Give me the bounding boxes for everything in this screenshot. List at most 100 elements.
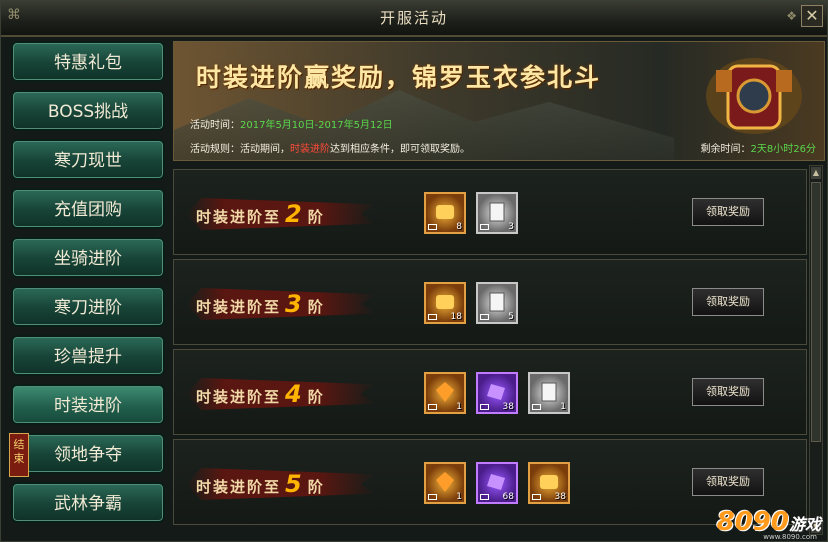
sidebar-item-label: 武林争霸 <box>54 494 122 514</box>
item-count: 8 <box>456 222 462 232</box>
reward-item-slot[interactable]: 1 <box>528 372 570 414</box>
condition-level: 4 <box>285 380 304 408</box>
sidebar-item-label: 领地争夺 <box>54 445 122 465</box>
condition-suffix: 阶 <box>307 478 325 496</box>
event-rule-text: 达到相应条件，即可领取奖励。 <box>330 144 470 155</box>
claim-reward-button[interactable]: 领取奖励 <box>692 468 764 496</box>
bound-icon <box>428 494 437 500</box>
reward-row: 时装进阶至 3 阶 18 5 领取奖励 <box>173 259 807 345</box>
item-count: 5 <box>508 312 514 322</box>
sidebar-item-group-buy[interactable]: 充值团购 <box>11 188 165 229</box>
sidebar-item-territory[interactable]: 结束 领地争夺 <box>9 433 165 477</box>
remaining-time-label: 剩余时间： <box>700 144 751 155</box>
sidebar-item-cold-blade[interactable]: 寒刀现世 <box>11 139 165 180</box>
sidebar-item-pet[interactable]: 珍兽提升 <box>11 335 165 376</box>
reward-item-slot[interactable]: 38 <box>476 372 518 414</box>
condition-level: 3 <box>285 290 304 318</box>
bound-icon <box>480 224 489 230</box>
event-rule: 活动规则：活动期间，时装进阶达到相应条件，即可领取奖励。 <box>190 140 470 155</box>
crystal-icon <box>487 384 505 400</box>
claim-reward-button[interactable]: 领取奖励 <box>692 378 764 406</box>
ended-badge: 结束 <box>9 433 29 477</box>
reward-condition: 时装进阶至 3 阶 <box>196 290 325 318</box>
gem-icon <box>436 472 454 492</box>
bound-icon <box>532 494 541 500</box>
item-count: 18 <box>450 312 462 322</box>
claim-reward-button[interactable]: 领取奖励 <box>692 198 764 226</box>
bound-icon <box>532 404 541 410</box>
sidebar-item-label: BOSS挑战 <box>47 102 129 122</box>
bound-icon <box>480 404 489 410</box>
book-icon <box>489 202 505 222</box>
scroll-icon <box>436 295 454 309</box>
condition-text: 时装进阶至 <box>196 298 282 316</box>
bound-icon <box>428 314 437 320</box>
scroll-icon <box>540 475 558 489</box>
sidebar-item-label: 寒刀现世 <box>54 151 122 171</box>
reward-list: 时装进阶至 2 阶 8 3 领取奖励 时装进阶至 3 阶 18 5 领取奖励 时… <box>173 165 807 535</box>
event-banner: 时装进阶赢奖励，锦罗玉衣参北斗 活动时间：2017年5月10日-2017年5月1… <box>173 41 825 161</box>
reward-item-slot[interactable]: 38 <box>528 462 570 504</box>
sidebar-item-special-gift[interactable]: 特惠礼包 <box>11 41 165 82</box>
sidebar-item-mount[interactable]: 坐骑进阶 <box>11 237 165 278</box>
scroll-thumb[interactable] <box>811 182 821 442</box>
claim-reward-button[interactable]: 领取奖励 <box>692 288 764 316</box>
scrollbar[interactable]: ▲ ▼ <box>809 165 823 535</box>
condition-level: 2 <box>285 200 304 228</box>
event-time-label: 活动时间： <box>190 120 240 131</box>
sidebar-item-label: 坐骑进阶 <box>54 249 122 269</box>
reward-row: 时装进阶至 5 阶 1 68 38 领取奖励 <box>173 439 807 525</box>
condition-suffix: 阶 <box>307 298 325 316</box>
event-rule-highlight: 时装进阶 <box>290 144 330 155</box>
bound-icon <box>428 224 437 230</box>
sidebar-item-boss[interactable]: BOSS挑战 <box>11 90 165 131</box>
sidebar-item-label: 充值团购 <box>54 200 122 220</box>
item-count: 68 <box>502 492 514 502</box>
item-count: 38 <box>554 492 566 502</box>
banner-title: 时装进阶赢奖励，锦罗玉衣参北斗 <box>196 63 602 92</box>
event-time: 活动时间：2017年5月10日-2017年5月12日 <box>190 116 393 131</box>
sidebar-item-label: 寒刀进阶 <box>54 298 122 318</box>
reward-item-slot[interactable]: 18 <box>424 282 466 324</box>
sidebar-item-martial[interactable]: 武林争霸 <box>11 482 165 523</box>
sidebar-item-label: 时装进阶 <box>54 396 122 416</box>
condition-suffix: 阶 <box>307 208 325 226</box>
reward-item-slot[interactable]: 68 <box>476 462 518 504</box>
sidebar-item-label: 特惠礼包 <box>54 53 122 73</box>
bound-icon <box>428 404 437 410</box>
item-count: 3 <box>508 222 514 232</box>
sidebar: 特惠礼包 BOSS挑战 寒刀现世 充值团购 坐骑进阶 寒刀进阶 珍兽提升 时装进… <box>7 41 169 531</box>
crystal-icon <box>487 474 505 490</box>
reward-condition: 时装进阶至 4 阶 <box>196 380 325 408</box>
condition-suffix: 阶 <box>307 388 325 406</box>
reward-item-slot[interactable]: 3 <box>476 192 518 234</box>
event-time-value: 2017年5月10日-2017年5月12日 <box>240 120 393 131</box>
condition-text: 时装进阶至 <box>196 478 282 496</box>
close-button[interactable]: ✕ <box>801 5 823 27</box>
window-title: 开服活动 <box>379 9 448 27</box>
watermark-suffix: 游戏 <box>788 515 821 534</box>
condition-level: 5 <box>285 470 304 498</box>
sidebar-item-blade-advance[interactable]: 寒刀进阶 <box>11 286 165 327</box>
bound-icon <box>480 494 489 500</box>
condition-text: 时装进阶至 <box>196 208 282 226</box>
item-count: 38 <box>502 402 514 412</box>
condition-text: 时装进阶至 <box>196 388 282 406</box>
scroll-up-icon[interactable]: ▲ <box>811 167 821 179</box>
item-count: 1 <box>456 492 462 502</box>
event-rule-label: 活动规则：活动期间， <box>190 144 290 155</box>
scroll-icon <box>436 205 454 219</box>
reward-item-slot[interactable]: 5 <box>476 282 518 324</box>
book-icon <box>489 292 505 312</box>
reward-item-slot[interactable]: 1 <box>424 462 466 504</box>
sidebar-item-label: 珍兽提升 <box>54 347 122 367</box>
reward-item-slot[interactable]: 8 <box>424 192 466 234</box>
reward-item-slot[interactable]: 1 <box>424 372 466 414</box>
armor-icon <box>706 58 802 134</box>
reward-condition: 时装进阶至 2 阶 <box>196 200 325 228</box>
item-count: 1 <box>560 402 566 412</box>
sidebar-item-fashion[interactable]: 时装进阶 <box>11 384 165 425</box>
watermark-url: www.8090.com <box>763 533 817 541</box>
book-icon <box>541 382 557 402</box>
title-bar: ⌘ 开服活动 ❖ ✕ <box>1 1 827 37</box>
